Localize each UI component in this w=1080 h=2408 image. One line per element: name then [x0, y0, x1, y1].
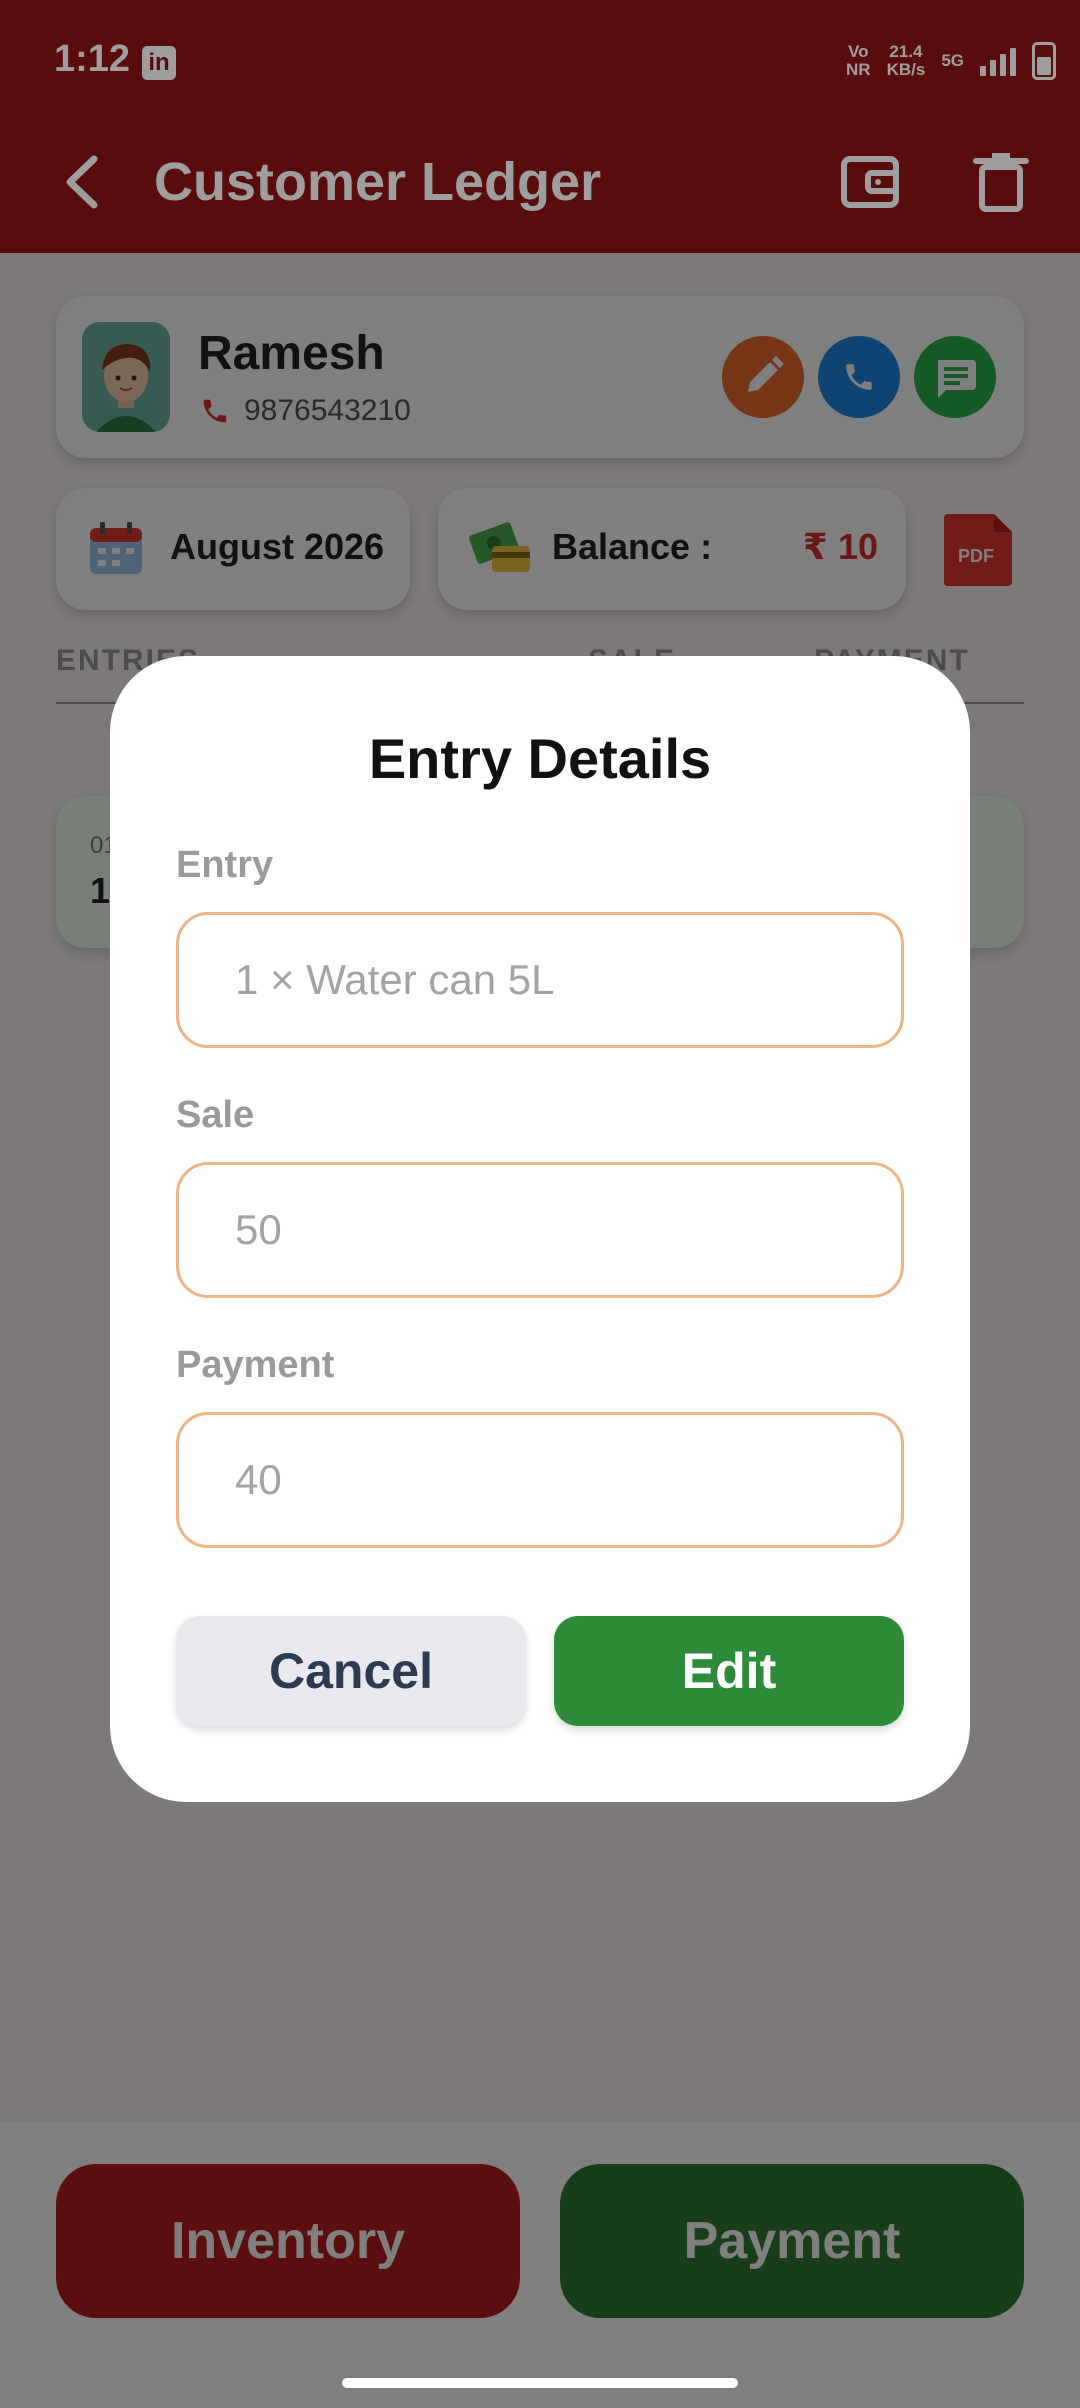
sale-field[interactable]: 50 [176, 1162, 904, 1298]
entry-field[interactable]: 1 × Water can 5L [176, 912, 904, 1048]
entry-details-dialog: Entry Details Entry 1 × Water can 5L Sal… [110, 656, 970, 1802]
dialog-title: Entry Details [368, 727, 712, 790]
edit-button[interactable]: Edit [554, 1616, 904, 1726]
home-indicator[interactable] [342, 2378, 738, 2388]
modal-scrim-top [0, 0, 1080, 253]
entry-label: Entry [176, 844, 274, 886]
cancel-button[interactable]: Cancel [176, 1616, 526, 1726]
payment-label: Payment [176, 1344, 335, 1386]
payment-field[interactable]: 40 [176, 1412, 904, 1548]
sale-label: Sale [176, 1094, 255, 1136]
